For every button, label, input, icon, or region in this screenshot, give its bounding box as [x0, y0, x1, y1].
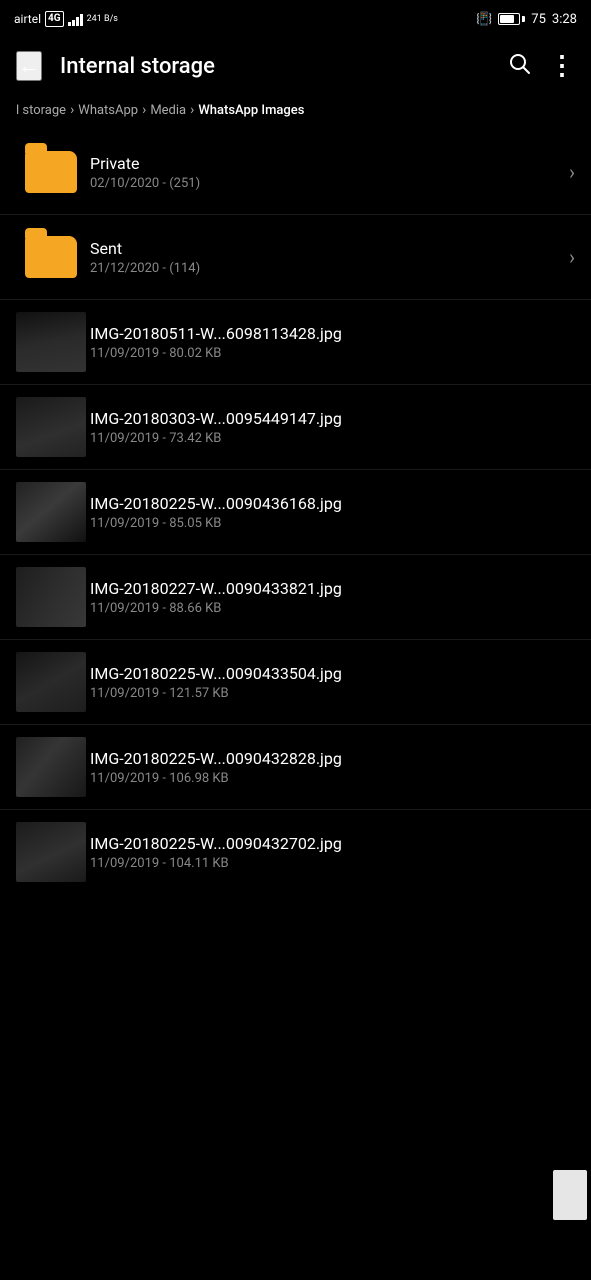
file-name: IMG-20180227-W...0090433821.jpg	[90, 579, 575, 598]
list-item[interactable]: IMG-20180225-W...0090436168.jpg 11/09/20…	[0, 470, 591, 555]
list-item[interactable]: IMG-20180225-W...0090432828.jpg 11/09/20…	[0, 725, 591, 810]
image-thumbnail	[16, 737, 86, 797]
image-thumbnail	[16, 652, 86, 712]
carrier-label: airtel	[14, 12, 41, 26]
signal-bars	[68, 12, 83, 26]
image-thumbnail	[16, 567, 86, 627]
breadcrumb-sep-3: ›	[190, 102, 194, 118]
network-type: 4G	[45, 11, 64, 27]
image-thumbnail	[16, 397, 86, 457]
image-thumbnail	[16, 312, 86, 372]
file-info: IMG-20180225-W...0090433504.jpg 11/09/20…	[86, 664, 575, 701]
status-bar: airtel 4G 241 B/s 📳 75 3:28	[0, 0, 591, 36]
breadcrumb-sep-2: ›	[142, 102, 146, 118]
folder-meta-sent: 21/12/2020 - (114)	[90, 261, 561, 276]
breadcrumb-sep-1: ›	[70, 102, 74, 118]
breadcrumb: l storage › WhatsApp › Media › WhatsApp …	[0, 96, 591, 130]
file-info: IMG-20180511-W...6098113428.jpg 11/09/20…	[86, 324, 575, 361]
image-thumbnail	[16, 822, 86, 882]
list-item[interactable]: IMG-20180511-W...6098113428.jpg 11/09/20…	[0, 300, 591, 385]
list-item[interactable]: Private 02/10/2020 - (251) ›	[0, 130, 591, 215]
file-info: IMG-20180225-W...0090432828.jpg 11/09/20…	[86, 749, 575, 786]
breadcrumb-item-whatsapp-images[interactable]: WhatsApp Images	[198, 103, 304, 118]
breadcrumb-item-whatsapp[interactable]: WhatsApp	[78, 103, 138, 118]
file-name: IMG-20180511-W...6098113428.jpg	[90, 324, 575, 343]
file-name: IMG-20180225-W...0090433504.jpg	[90, 664, 575, 683]
folder-name-private: Private	[90, 154, 561, 173]
search-icon[interactable]	[507, 51, 531, 81]
battery-percent: 75	[531, 12, 546, 27]
breadcrumb-item-storage[interactable]: l storage	[16, 103, 66, 118]
data-speed: 241 B/s	[87, 14, 118, 25]
battery-icon	[498, 13, 525, 25]
chevron-right-icon: ›	[569, 160, 575, 184]
file-name: IMG-20180225-W...0090436168.jpg	[90, 494, 575, 513]
status-left: airtel 4G 241 B/s	[14, 11, 118, 27]
file-name: IMG-20180225-W...0090432702.jpg	[90, 834, 575, 853]
folder-meta-private: 02/10/2020 - (251)	[90, 176, 561, 191]
action-buttons: ⋮	[507, 51, 575, 81]
folder-icon-sent	[16, 227, 86, 287]
folder-info-sent: Sent 21/12/2020 - (114)	[86, 239, 561, 276]
page-title: Internal storage	[60, 54, 507, 79]
file-name: IMG-20180225-W...0090432828.jpg	[90, 749, 575, 768]
status-right: 📳 75 3:28	[476, 12, 577, 27]
vibrate-icon: 📳	[476, 12, 492, 27]
folder-info-private: Private 02/10/2020 - (251)	[86, 154, 561, 191]
file-info: IMG-20180225-W...0090436168.jpg 11/09/20…	[86, 494, 575, 531]
file-meta: 11/09/2019 - 73.42 KB	[90, 431, 575, 446]
file-info: IMG-20180227-W...0090433821.jpg 11/09/20…	[86, 579, 575, 616]
folder-name-sent: Sent	[90, 239, 561, 258]
image-thumbnail	[16, 482, 86, 542]
list-item[interactable]: IMG-20180225-W...0090432702.jpg 11/09/20…	[0, 810, 591, 894]
chevron-right-icon: ›	[569, 245, 575, 269]
list-item[interactable]: IMG-20180303-W...0095449147.jpg 11/09/20…	[0, 385, 591, 470]
list-item[interactable]: IMG-20180225-W...0090433504.jpg 11/09/20…	[0, 640, 591, 725]
file-meta: 11/09/2019 - 88.66 KB	[90, 601, 575, 616]
file-meta: 11/09/2019 - 80.02 KB	[90, 346, 575, 361]
file-meta: 11/09/2019 - 121.57 KB	[90, 686, 575, 701]
file-meta: 11/09/2019 - 85.05 KB	[90, 516, 575, 531]
file-meta: 11/09/2019 - 104.11 KB	[90, 856, 575, 871]
more-options-icon[interactable]: ⋮	[549, 53, 575, 79]
folder-icon-private	[16, 142, 86, 202]
file-info: IMG-20180225-W...0090432702.jpg 11/09/20…	[86, 834, 575, 871]
breadcrumb-item-media[interactable]: Media	[150, 103, 186, 118]
scroll-indicator[interactable]	[553, 1170, 587, 1220]
clock: 3:28	[552, 12, 577, 27]
file-meta: 11/09/2019 - 106.98 KB	[90, 771, 575, 786]
app-bar: ← Internal storage ⋮	[0, 36, 591, 96]
list-item[interactable]: IMG-20180227-W...0090433821.jpg 11/09/20…	[0, 555, 591, 640]
back-button[interactable]: ←	[16, 51, 42, 81]
file-info: IMG-20180303-W...0095449147.jpg 11/09/20…	[86, 409, 575, 446]
list-item[interactable]: Sent 21/12/2020 - (114) ›	[0, 215, 591, 300]
file-name: IMG-20180303-W...0095449147.jpg	[90, 409, 575, 428]
